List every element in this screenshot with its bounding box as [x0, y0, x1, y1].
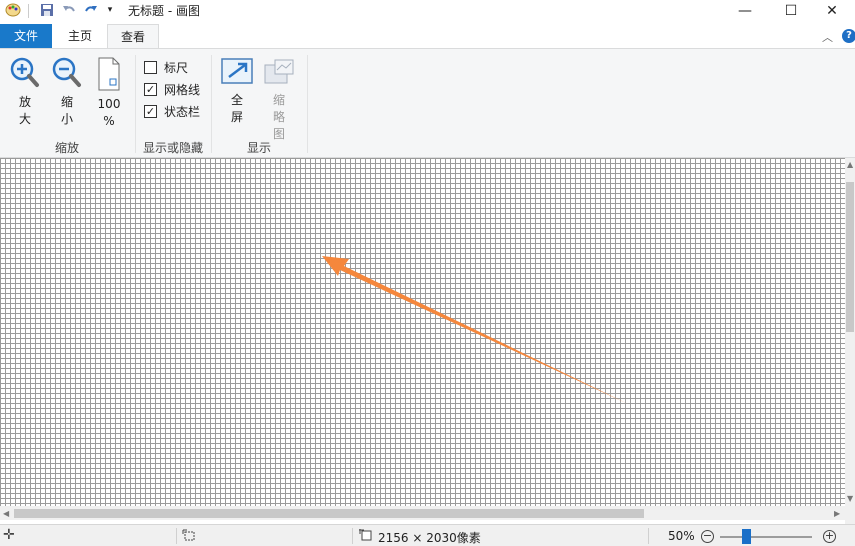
fullscreen-button[interactable]: 全屏 — [220, 57, 254, 126]
ruler-checkbox-box[interactable] — [144, 61, 157, 74]
display-group-label: 显示 — [246, 141, 271, 155]
zoom-slider-thumb[interactable] — [742, 529, 751, 544]
minimize-button[interactable]: — — [722, 0, 768, 22]
zoom-out-button[interactable]: 缩小 — [50, 57, 84, 128]
undo-icon[interactable] — [60, 1, 78, 19]
ruler-checkbox[interactable]: 标尺 — [144, 59, 188, 76]
zoom-100-label-line2: % — [103, 114, 115, 128]
tab-view[interactable]: 查看 — [107, 24, 159, 49]
status-separator — [176, 528, 177, 544]
cursor-position-icon: ✛ — [3, 527, 15, 543]
zoom-in-icon[interactable]: + — [823, 530, 836, 543]
window-title: 无标题 - 画图 — [128, 4, 200, 18]
status-bar: ✛ 2156 × 2030像素 50% − + — [0, 524, 855, 546]
ruler-label: 标尺 — [164, 61, 189, 75]
gridlines-checkbox[interactable]: ✓ 网格线 — [144, 81, 200, 98]
statusbar-check-icon[interactable]: ✓ — [144, 105, 157, 118]
annotation-arrow — [322, 256, 628, 404]
ribbon-panel: 放大 缩小 100 % 缩放 标尺 ✓ 网格线 ✓ 状态栏 显示或隐藏 全屏 缩… — [0, 48, 855, 158]
scroll-up-arrow-icon[interactable]: ▲ — [847, 160, 853, 169]
zoom-100-button[interactable]: 100 % — [92, 57, 126, 130]
thumbnail-icon — [264, 59, 294, 84]
canvas-size-icon — [359, 529, 373, 545]
zoom-100-label-line1: 100 — [97, 97, 121, 111]
save-icon[interactable] — [38, 1, 56, 19]
gridlines-check-icon[interactable]: ✓ — [144, 83, 157, 96]
maximize-button[interactable]: ☐ — [768, 0, 814, 22]
thumbnail-label: 缩略图 — [272, 93, 285, 141]
ribbon-tabs: 文件 主页 查看 ︿ ? — [0, 24, 855, 49]
fullscreen-icon — [221, 58, 253, 84]
selection-size-icon — [182, 529, 196, 545]
group-divider — [307, 55, 308, 153]
zoom-out-label: 缩小 — [60, 95, 73, 126]
canvas-dimensions: 2156 × 2030像素 — [378, 531, 481, 545]
help-icon[interactable]: ? — [842, 29, 855, 43]
horizontal-scrollbar[interactable]: ◀ ▶ — [0, 506, 845, 520]
zoom-in-icon — [10, 57, 39, 87]
tab-home[interactable]: 主页 — [54, 24, 106, 48]
gridlines-label: 网格线 — [164, 83, 201, 97]
customize-toolbar-chevron-icon[interactable]: ▾ — [104, 1, 116, 19]
scrollbar-corner — [845, 506, 855, 524]
arrow-shape — [322, 256, 628, 404]
redo-icon[interactable] — [82, 1, 100, 19]
vertical-scrollbar[interactable]: ▲ ▼ — [845, 158, 855, 506]
thumbnail-button[interactable]: 缩略图 — [262, 57, 296, 143]
status-separator — [648, 528, 649, 544]
fullscreen-label: 全屏 — [230, 93, 243, 124]
statusbar-label: 状态栏 — [164, 105, 201, 119]
horizontal-scroll-thumb[interactable] — [14, 509, 644, 518]
zoom-group-label: 缩放 — [54, 141, 79, 155]
zoom-slider-track[interactable] — [720, 536, 812, 538]
scroll-left-arrow-icon[interactable]: ◀ — [3, 509, 9, 518]
title-bar: ▾ 无标题 - 画图 — ☐ ✕ — [0, 0, 855, 22]
status-separator — [352, 528, 353, 544]
paint-app-icon[interactable] — [4, 1, 22, 19]
zoom-level: 50% — [668, 529, 695, 543]
collapse-ribbon-chevron-icon[interactable]: ︿ — [822, 29, 833, 45]
tab-file[interactable]: 文件 — [0, 24, 52, 48]
title-separator — [28, 4, 29, 18]
page-100-icon — [98, 57, 120, 91]
zoom-out-icon — [52, 57, 81, 87]
zoom-out-icon[interactable]: − — [701, 530, 714, 543]
vertical-scroll-thumb[interactable] — [846, 182, 854, 332]
show-hide-group-label: 显示或隐藏 — [142, 141, 203, 155]
close-button[interactable]: ✕ — [809, 0, 855, 22]
zoom-in-button[interactable]: 放大 — [8, 57, 42, 128]
drawing-canvas[interactable] — [0, 158, 845, 506]
statusbar-checkbox[interactable]: ✓ 状态栏 — [144, 103, 200, 120]
scroll-down-arrow-icon[interactable]: ▼ — [847, 494, 853, 503]
zoom-in-label: 放大 — [18, 95, 31, 126]
scroll-right-arrow-icon[interactable]: ▶ — [834, 509, 840, 518]
